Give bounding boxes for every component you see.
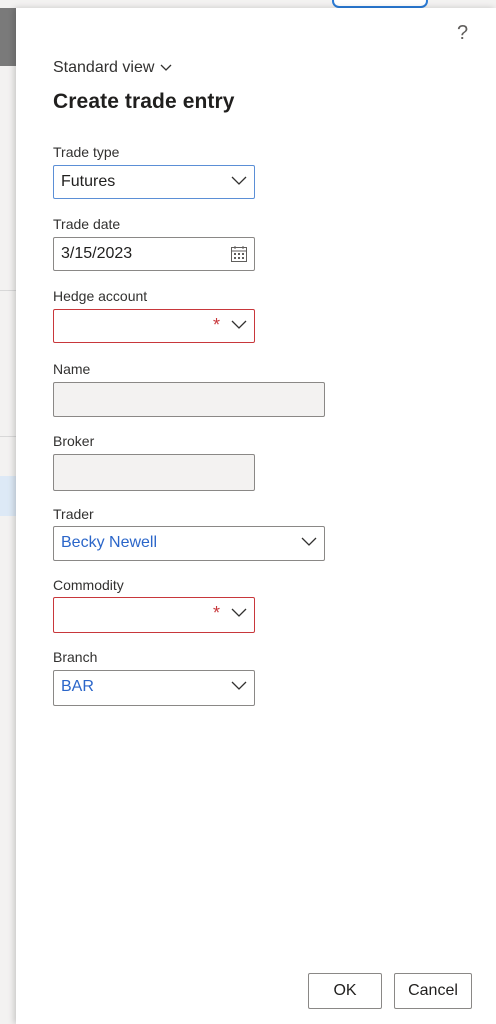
- background-divider: [0, 290, 16, 291]
- chevron-down-icon: [301, 537, 317, 546]
- trade-type-label: Trade type: [53, 144, 120, 160]
- background-top-bar: [0, 0, 496, 8]
- cancel-button[interactable]: Cancel: [394, 973, 472, 1009]
- trade-date-field[interactable]: 3/15/2023: [53, 237, 255, 271]
- background-search-pill: [332, 0, 428, 8]
- trade-type-dropdown[interactable]: Futures: [53, 165, 255, 199]
- create-trade-entry-dialog: ? Standard view Create trade entry Trade…: [16, 8, 496, 1024]
- background-app-strip: [0, 0, 16, 1024]
- hedge-account-label: Hedge account: [53, 288, 148, 304]
- broker-label: Broker: [53, 433, 95, 449]
- trade-date-label: Trade date: [53, 216, 121, 232]
- calendar-icon[interactable]: [230, 245, 248, 263]
- view-selector-label: Standard view: [53, 59, 155, 76]
- trader-label: Trader: [53, 506, 94, 522]
- commodity-dropdown[interactable]: *: [53, 597, 255, 633]
- commodity-label: Commodity: [53, 577, 124, 593]
- page-title: Create trade entry: [53, 90, 235, 113]
- required-marker: *: [212, 315, 220, 335]
- chevron-down-icon: [231, 320, 247, 329]
- background-divider: [0, 436, 16, 437]
- trader-value[interactable]: Becky Newell: [61, 534, 157, 552]
- chevron-down-icon: [231, 681, 247, 690]
- branch-label: Branch: [53, 649, 98, 665]
- name-field: [53, 382, 325, 417]
- branch-dropdown[interactable]: BAR: [53, 670, 255, 706]
- hedge-account-dropdown[interactable]: *: [53, 309, 255, 343]
- help-icon[interactable]: ?: [457, 22, 468, 45]
- chevron-down-icon: [231, 176, 247, 185]
- required-marker: *: [212, 603, 220, 623]
- trade-type-value: Futures: [61, 173, 116, 190]
- branch-value[interactable]: BAR: [61, 678, 94, 696]
- trader-dropdown[interactable]: Becky Newell: [53, 526, 325, 561]
- chevron-down-icon: [231, 608, 247, 617]
- background-dark-block: [0, 8, 16, 66]
- trade-date-value: 3/15/2023: [61, 245, 133, 262]
- ok-button[interactable]: OK: [308, 973, 382, 1009]
- name-label: Name: [53, 361, 91, 377]
- view-selector[interactable]: Standard view: [53, 59, 172, 77]
- chevron-down-icon: [160, 64, 172, 71]
- background-selected-row: [0, 476, 16, 516]
- broker-field: [53, 454, 255, 491]
